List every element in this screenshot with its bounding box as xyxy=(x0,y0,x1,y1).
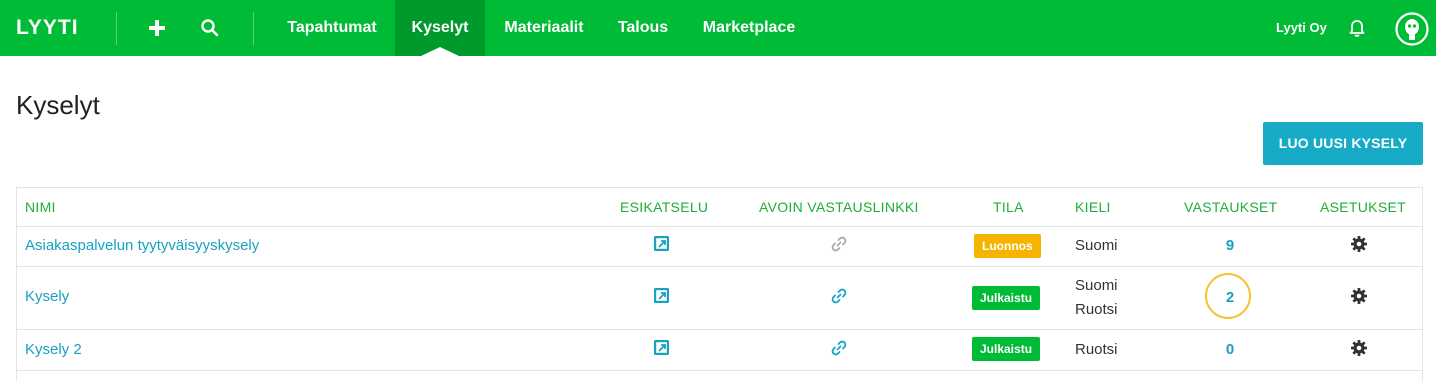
header-name[interactable]: NIMI xyxy=(25,199,56,215)
table-row: Asiakaspalvelun tyytyväisyyskysely Luonn… xyxy=(17,226,1422,267)
avatar-icon[interactable] xyxy=(1395,12,1429,46)
nav-divider xyxy=(253,12,254,45)
preview-icon[interactable] xyxy=(653,287,671,305)
nav-tab-label: Kyselyt xyxy=(411,19,469,36)
organization-name[interactable]: Lyyti Oy xyxy=(1276,20,1327,35)
table-header: NIMI ESIKATSELU AVOIN VASTAUSLINKKI TILA… xyxy=(17,188,1422,227)
language-item: Ruotsi xyxy=(1075,301,1118,318)
nav-tab-kyselyt[interactable]: Kyselyt xyxy=(395,0,485,56)
response-count-link[interactable]: 9 xyxy=(1210,237,1250,254)
response-count-link[interactable]: 0 xyxy=(1210,341,1250,358)
header-language: KIELI xyxy=(1075,199,1111,215)
create-new-survey-button[interactable]: LUO UUSI KYSELY xyxy=(1263,122,1423,165)
language-list: Ruotsi xyxy=(1075,338,1118,362)
gear-icon[interactable] xyxy=(1350,235,1368,253)
highlight-ring xyxy=(1205,273,1251,319)
nav-tab-label: Materiaalit xyxy=(504,19,584,36)
plus-icon[interactable] xyxy=(143,14,171,42)
page-title: Kyselyt xyxy=(16,90,100,120)
nav-tab-tapahtumat[interactable]: Tapahtumat xyxy=(270,0,394,56)
gear-icon[interactable] xyxy=(1350,339,1368,357)
language-item: Suomi xyxy=(1075,237,1118,254)
survey-name-link[interactable]: Asiakaspalvelun tyytyväisyyskysely xyxy=(25,237,259,254)
nav-tab-talous[interactable]: Talous xyxy=(603,0,683,56)
top-navigation-bar: LYYTI Tapahtumat Kyselyt Materiaalit Tal… xyxy=(0,0,1436,56)
nav-tab-materiaalit[interactable]: Materiaalit xyxy=(485,0,603,56)
active-tab-caret xyxy=(421,47,459,56)
header-responses[interactable]: VASTAUKSET xyxy=(1184,199,1278,215)
status-badge: Luonnos xyxy=(974,234,1041,258)
link-icon[interactable] xyxy=(830,339,848,357)
header-open-link: AVOIN VASTAUSLINKKI xyxy=(759,199,919,215)
header-preview: ESIKATSELU xyxy=(620,199,709,215)
header-status[interactable]: TILA xyxy=(993,199,1024,215)
header-settings: ASETUKSET xyxy=(1320,199,1406,215)
survey-name-link[interactable]: Kysely xyxy=(25,288,69,305)
nav-tab-label: Tapahtumat xyxy=(287,19,377,36)
survey-name-link[interactable]: Kysely 2 xyxy=(25,341,82,358)
language-item: Ruotsi xyxy=(1075,341,1118,358)
gear-icon[interactable] xyxy=(1350,287,1368,305)
nav-tab-label: Marketplace xyxy=(702,19,796,36)
bell-icon[interactable] xyxy=(1343,14,1371,42)
nav-tab-marketplace[interactable]: Marketplace xyxy=(684,0,814,56)
language-item: Suomi xyxy=(1075,277,1118,294)
preview-icon[interactable] xyxy=(653,235,671,253)
language-list: Suomi Ruotsi xyxy=(1075,274,1118,322)
preview-icon[interactable] xyxy=(653,339,671,357)
language-list: Suomi xyxy=(1075,234,1118,258)
link-icon xyxy=(830,235,848,253)
nav-tab-label: Talous xyxy=(617,19,669,36)
link-icon[interactable] xyxy=(830,287,848,305)
search-icon[interactable] xyxy=(196,14,224,42)
table-row: Kysely 2 Julkaistu Ruotsi 0 xyxy=(17,329,1422,371)
status-badge: Julkaistu xyxy=(972,286,1041,310)
lyyti-logo[interactable]: LYYTI xyxy=(16,16,79,40)
status-badge: Julkaistu xyxy=(972,337,1041,361)
nav-divider xyxy=(116,12,117,45)
